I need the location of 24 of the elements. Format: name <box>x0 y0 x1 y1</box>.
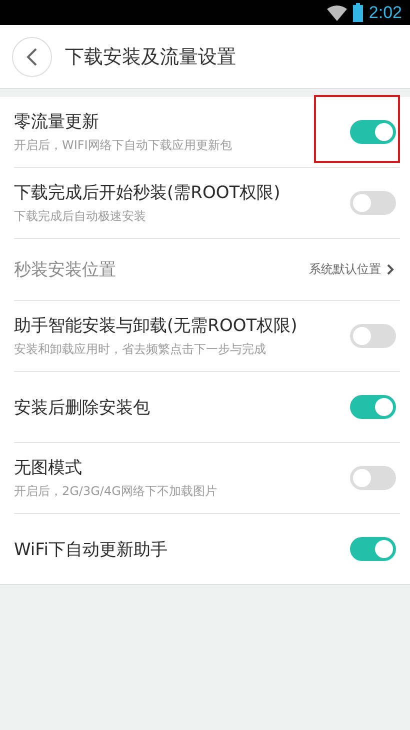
toggle-switch[interactable] <box>350 395 396 419</box>
toggle-switch[interactable] <box>350 324 396 348</box>
setting-title: 零流量更新 <box>14 111 100 133</box>
toggle-switch[interactable] <box>350 466 396 490</box>
setting-title: 无图模式 <box>14 457 83 479</box>
setting-title: 安装后删除安装包 <box>14 396 151 418</box>
setting-title: WiFi下自动更新助手 <box>14 538 168 560</box>
toggle-switch[interactable] <box>350 120 396 144</box>
setting-description: 开启后，WIFI网络下自动下载应用更新包 <box>14 137 233 154</box>
setting-title: 秒装安装位置 <box>14 259 117 281</box>
setting-description: 安装和卸载应用时，省去频繁点击下一步与完成 <box>14 341 267 358</box>
setting-title: 下载完成后开始秒装(需ROOT权限) <box>14 182 282 204</box>
setting-description: 开启后，2G/3G/4G网络下不加载图片 <box>14 483 218 500</box>
chevron-icon <box>387 264 394 275</box>
toggle-switch[interactable] <box>350 191 396 215</box>
page-title: 下载安装及流量设置 <box>65 44 236 70</box>
back-button[interactable] <box>12 36 52 76</box>
wifi-icon <box>326 4 347 20</box>
battery-icon <box>352 3 363 22</box>
setting-title: 助手智能安装与卸载(无需ROOT权限) <box>14 315 298 337</box>
chevron-left-icon <box>26 46 38 66</box>
setting-description: 下载完成后自动极速安装 <box>14 208 147 225</box>
clock-time: 2:02 <box>368 2 402 22</box>
toggle-switch[interactable] <box>350 537 396 561</box>
